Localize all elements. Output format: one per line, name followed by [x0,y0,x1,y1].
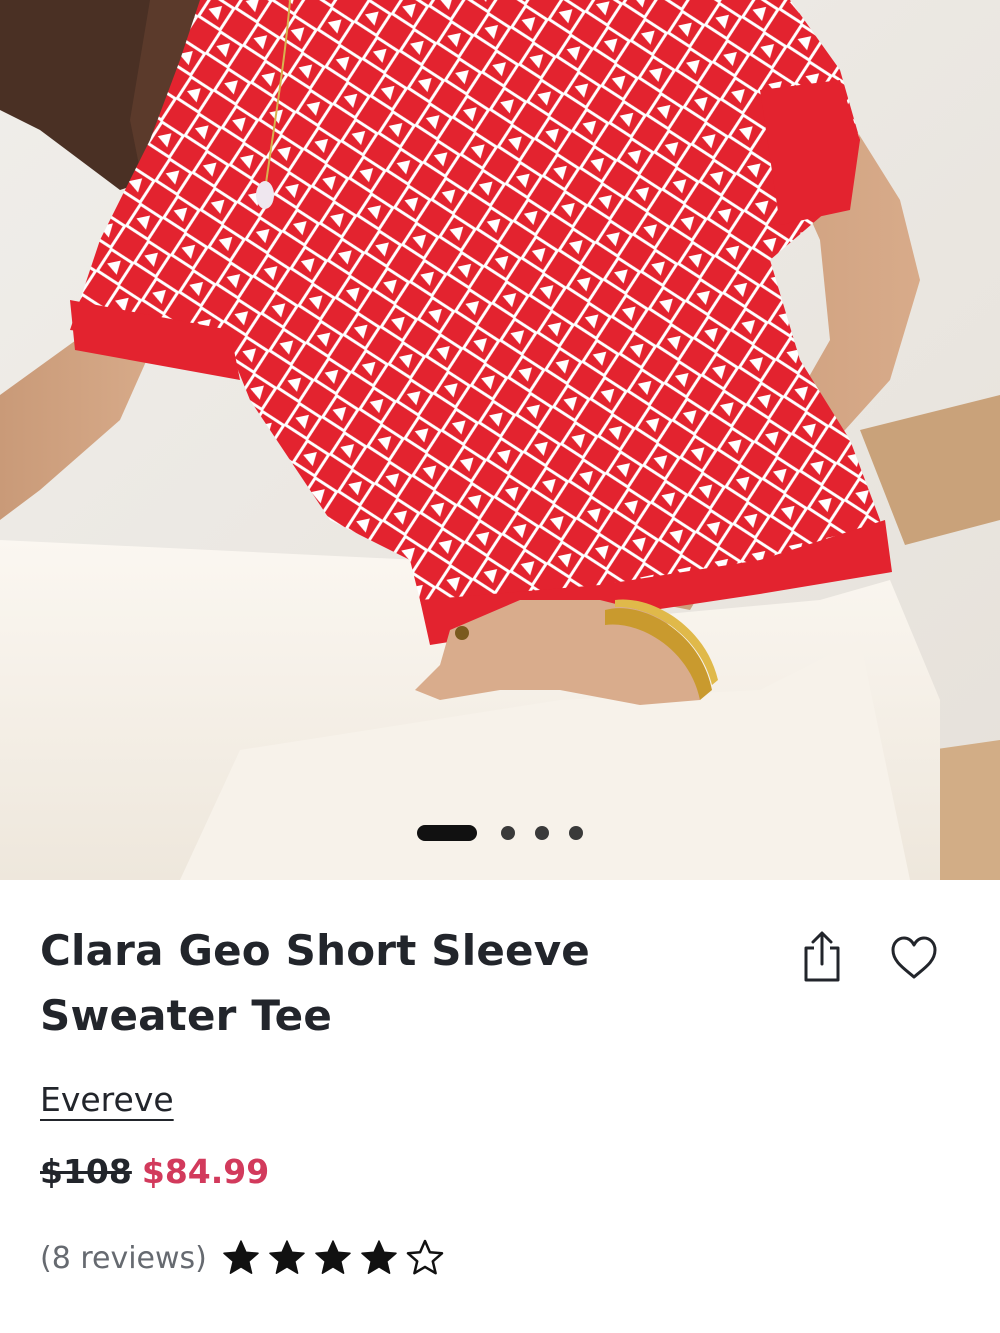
carousel-dot[interactable] [501,826,515,840]
star-filled-icon [361,1240,397,1274]
star-outline-icon [406,1239,444,1275]
review-count-link[interactable]: (8 reviews) [40,1241,207,1276]
star-filled-icon [223,1240,259,1274]
carousel-dot-active[interactable] [417,825,477,841]
carousel-dot[interactable] [569,826,583,840]
share-button[interactable] [800,930,844,984]
star-rating [221,1238,451,1278]
brand-link[interactable]: Evereve [40,1080,174,1119]
price-block: $108 $84.99 [40,1152,269,1191]
heart-outline-icon [891,936,937,979]
product-image-carousel[interactable] [0,0,1000,880]
product-title: Clara Geo Short Sleeve Sweater Tee [40,926,590,1040]
star-filled-icon [315,1240,351,1274]
original-price: $108 [40,1152,132,1191]
carousel-dot[interactable] [535,826,549,840]
carousel-indicator [0,824,1000,842]
product-photo [0,0,1000,880]
favorite-button[interactable] [889,935,939,981]
sale-price: $84.99 [141,1152,270,1191]
share-icon [804,931,840,982]
star-filled-icon [269,1240,305,1274]
rating-row: (8 reviews) [40,1238,451,1278]
